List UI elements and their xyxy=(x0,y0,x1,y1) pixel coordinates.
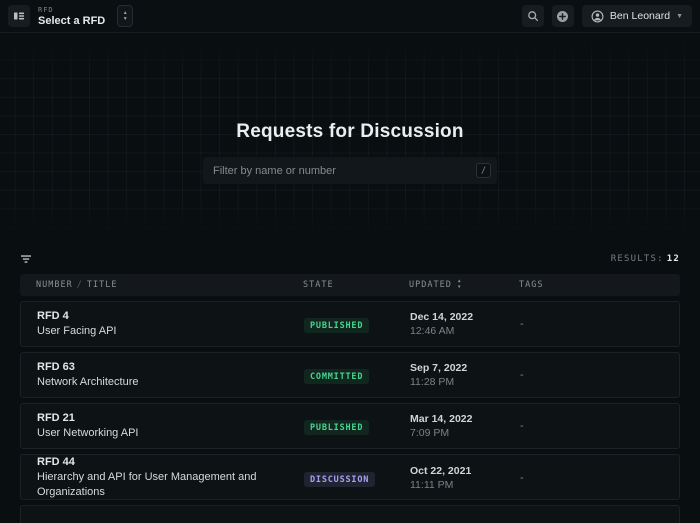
rfd-title: User Facing API xyxy=(37,325,117,337)
results-count: RESULTS: 12 xyxy=(610,254,680,264)
column-header-updated[interactable]: UPDATED ▲ ▼ xyxy=(409,279,519,290)
rfd-number: RFD 4 xyxy=(37,310,69,322)
tags-value: - xyxy=(520,369,524,381)
rfd-picker-eyebrow: RFD xyxy=(38,5,54,14)
user-menu-button[interactable]: Ben Leonard ▼ xyxy=(581,5,692,27)
filter-input[interactable] xyxy=(213,164,476,177)
search-button[interactable] xyxy=(521,5,544,27)
updated-time: 11:11 PM xyxy=(410,478,454,491)
add-rfd-button[interactable] xyxy=(551,5,574,27)
column-header-tags: TAGS xyxy=(519,280,544,290)
filter-box: / xyxy=(203,157,497,184)
rfd-logo-button[interactable] xyxy=(8,5,30,27)
state-badge: DISCUSSION xyxy=(304,471,376,487)
page-title: Requests for Discussion xyxy=(236,121,464,142)
chevron-down-icon: ▼ xyxy=(122,15,128,22)
column-header-state: STATE xyxy=(303,280,334,290)
table-row[interactable]: RFD 21 User Networking API PUBLISHED Mar… xyxy=(20,403,680,449)
table-row[interactable]: RFD 44 Hierarchy and API for User Manage… xyxy=(20,454,680,500)
table-row[interactable]: RFD 63 Network Architecture COMMITTED Se… xyxy=(20,352,680,398)
rfd-number: RFD 63 xyxy=(37,361,75,373)
user-name: Ben Leonard xyxy=(609,10,671,22)
filter-funnel-icon[interactable] xyxy=(20,254,32,265)
tags-value: - xyxy=(520,471,524,484)
updated-date: Sep 7, 2022 xyxy=(410,362,468,374)
rfd-picker-value: Select a RFD xyxy=(38,14,106,27)
state-badge: COMMITTED xyxy=(304,369,370,384)
top-bar: RFD Select a RFD ▲ ▼ Ben Leonard ▼ xyxy=(0,0,700,33)
rfd-table: NUMBER / TITLE STATE UPDATED ▲ ▼ TAGS RFD 4… xyxy=(20,274,680,523)
rfd-title: Network Architecture xyxy=(37,376,139,388)
tags-value: - xyxy=(520,318,524,330)
updated-time: 11:28 PM xyxy=(410,376,455,388)
user-icon xyxy=(591,10,604,23)
rfd-title: User Networking API xyxy=(37,427,139,439)
plus-circle-icon xyxy=(556,10,569,23)
column-header-number-title: NUMBER / TITLE xyxy=(36,280,118,290)
sort-icon: ▲ ▼ xyxy=(457,279,462,290)
rfd-picker[interactable]: RFD Select a RFD xyxy=(38,6,105,27)
tags-value: - xyxy=(520,420,524,432)
updated-time: 7:09 PM xyxy=(410,427,450,439)
list-toolbar: RESULTS: 12 xyxy=(0,250,700,268)
rfd-logo-icon xyxy=(13,10,25,22)
table-row[interactable]: RFD 4 User Facing API PUBLISHED Dec 14, … xyxy=(20,301,680,347)
updated-date: Oct 22, 2021 xyxy=(410,464,472,477)
caret-down-icon: ▼ xyxy=(676,12,683,20)
rfd-title: Hierarchy and API for User Management an… xyxy=(37,471,257,498)
table-row[interactable]: RFD 70 Sep 30, 2021 xyxy=(20,505,680,523)
rfd-number: RFD 21 xyxy=(37,412,75,424)
search-icon xyxy=(527,10,539,22)
state-badge: PUBLISHED xyxy=(304,420,370,435)
updated-date: Mar 14, 2022 xyxy=(410,413,473,425)
updated-date: Dec 14, 2022 xyxy=(410,311,474,323)
chevron-up-icon: ▲ xyxy=(122,9,128,16)
rfd-number: RFD 44 xyxy=(37,456,75,468)
updated-time: 12:46 AM xyxy=(410,325,455,337)
top-bar-actions: Ben Leonard ▼ xyxy=(521,5,692,27)
table-header: NUMBER / TITLE STATE UPDATED ▲ ▼ TAGS xyxy=(20,274,680,296)
rfd-picker-stepper[interactable]: ▲ ▼ xyxy=(117,5,134,27)
slash-shortcut-key: / xyxy=(476,163,491,178)
state-badge: PUBLISHED xyxy=(304,318,370,333)
hero-section: Requests for Discussion / xyxy=(0,33,700,241)
